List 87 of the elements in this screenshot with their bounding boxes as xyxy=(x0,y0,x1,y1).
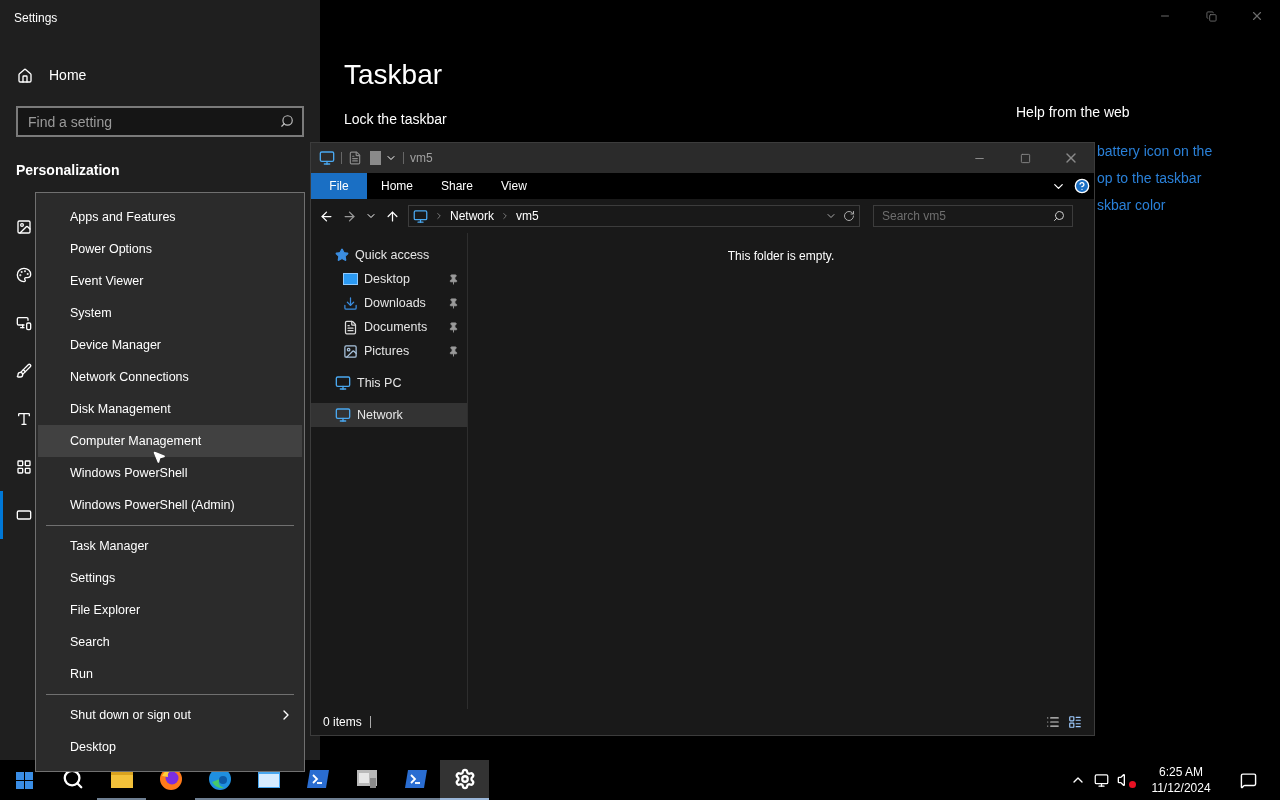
address-bar[interactable]: Network vm5 xyxy=(408,205,860,227)
desktop-icon xyxy=(343,273,358,285)
home-link[interactable]: Home xyxy=(17,65,87,86)
menu-item[interactable]: Windows PowerShell xyxy=(38,457,302,489)
computer-icon xyxy=(413,208,428,224)
windows-logo-icon xyxy=(15,771,33,789)
forward-button[interactable] xyxy=(342,208,357,224)
details-view-button[interactable] xyxy=(1046,715,1060,729)
ribbon-tab[interactable]: File xyxy=(311,173,367,199)
taskbar-button[interactable] xyxy=(440,760,489,800)
brush-icon xyxy=(16,363,32,379)
clock[interactable]: 6:25 AM 11/12/2024 xyxy=(1145,764,1217,796)
ribbon-tab[interactable]: Home xyxy=(367,173,427,199)
setting-label: Lock the taskbar xyxy=(344,110,448,129)
grid-icon xyxy=(16,459,32,475)
menu-item[interactable]: Disk Management xyxy=(38,393,302,425)
close-icon[interactable] xyxy=(1250,9,1264,23)
terminal-icon xyxy=(403,768,428,790)
menu-item[interactable]: Desktop xyxy=(38,731,302,763)
search-icon xyxy=(280,114,294,128)
restore-icon[interactable] xyxy=(1205,10,1217,22)
nav-pane-item[interactable]: Quick access xyxy=(311,243,467,267)
large-icons-view-button[interactable] xyxy=(1068,715,1082,729)
item-count: 0 items xyxy=(323,714,362,731)
menu-item[interactable]: Event Viewer xyxy=(38,265,302,297)
palette-icon xyxy=(16,267,32,283)
refresh-icon[interactable] xyxy=(843,210,855,222)
monitor-icon xyxy=(16,315,32,331)
menu-item[interactable]: Task Manager xyxy=(38,530,302,562)
menu-item[interactable]: Run xyxy=(38,658,302,690)
help-link[interactable]: skbar color xyxy=(1097,195,1213,212)
maximize-icon[interactable] xyxy=(1019,152,1031,164)
star-icon xyxy=(335,248,349,262)
computer-icon xyxy=(319,150,335,166)
ribbon-tab[interactable]: View xyxy=(487,173,541,199)
nav-pane-item[interactable]: Network xyxy=(311,403,467,427)
breadcrumb-separator-icon xyxy=(500,211,510,221)
section-heading: Personalization xyxy=(16,161,121,180)
mouse-pointer-icon xyxy=(152,450,166,464)
network-icon xyxy=(335,407,351,423)
document-icon xyxy=(343,319,358,335)
menu-item[interactable]: Network Connections xyxy=(38,361,302,393)
computer-icon xyxy=(335,375,351,391)
nav-pane-item[interactable]: Downloads xyxy=(311,291,467,315)
search-icon xyxy=(1053,210,1065,222)
menu-item[interactable]: Device Manager xyxy=(38,329,302,361)
breadcrumb-item[interactable]: vm5 xyxy=(516,207,539,225)
download-arrow-icon xyxy=(343,295,358,311)
up-button[interactable] xyxy=(385,208,400,224)
nav-pane-item[interactable]: This PC xyxy=(311,371,467,395)
menu-item[interactable]: Settings xyxy=(38,562,302,594)
network-icon[interactable] xyxy=(1094,772,1109,788)
window-title: Settings xyxy=(14,10,59,27)
font-icon xyxy=(16,411,32,427)
breadcrumb-item[interactable]: Network xyxy=(450,207,494,225)
menu-item[interactable]: Windows PowerShell (Admin) xyxy=(38,489,302,521)
terminal-icon xyxy=(305,768,330,790)
picture-icon xyxy=(343,343,358,359)
search-field[interactable]: Search vm5 xyxy=(873,205,1073,227)
help-heading: Help from the web xyxy=(1016,103,1131,122)
menu-item[interactable]: System xyxy=(38,297,302,329)
page-title: Taskbar xyxy=(344,58,444,92)
window-title: vm5 xyxy=(410,150,433,167)
menu-item[interactable]: Search xyxy=(38,626,302,658)
image-icon xyxy=(16,219,32,235)
breadcrumb-separator-icon xyxy=(434,211,444,221)
settings-icon xyxy=(453,768,476,790)
menu-item[interactable]: Power Options xyxy=(38,233,302,265)
help-link[interactable]: battery icon on the xyxy=(1097,141,1213,158)
menu-item[interactable]: File Explorer xyxy=(38,594,302,626)
search-field[interactable]: Find a setting xyxy=(16,106,304,137)
home-icon xyxy=(17,67,33,84)
nav-pane-item[interactable]: Pictures xyxy=(311,339,467,363)
menu-item[interactable]: Shut down or sign out xyxy=(38,699,302,731)
taskbar-icon xyxy=(16,507,32,523)
help-icon[interactable] xyxy=(1074,178,1090,194)
server-window-icon xyxy=(354,768,379,790)
menu-item[interactable]: Computer Management xyxy=(38,425,302,457)
menu-item[interactable]: Apps and Features xyxy=(38,201,302,233)
nav-pane-item[interactable]: Documents xyxy=(311,315,467,339)
notifications-icon[interactable] xyxy=(1240,771,1257,789)
empty-folder-message: This folder is empty. xyxy=(727,248,835,265)
ribbon-tab[interactable]: Share xyxy=(427,173,488,199)
help-link[interactable]: op to the taskbar xyxy=(1097,168,1213,185)
back-button[interactable] xyxy=(319,208,334,224)
nav-pane-item[interactable]: Desktop xyxy=(311,267,467,291)
muted-volume-icon[interactable] xyxy=(1117,772,1133,788)
